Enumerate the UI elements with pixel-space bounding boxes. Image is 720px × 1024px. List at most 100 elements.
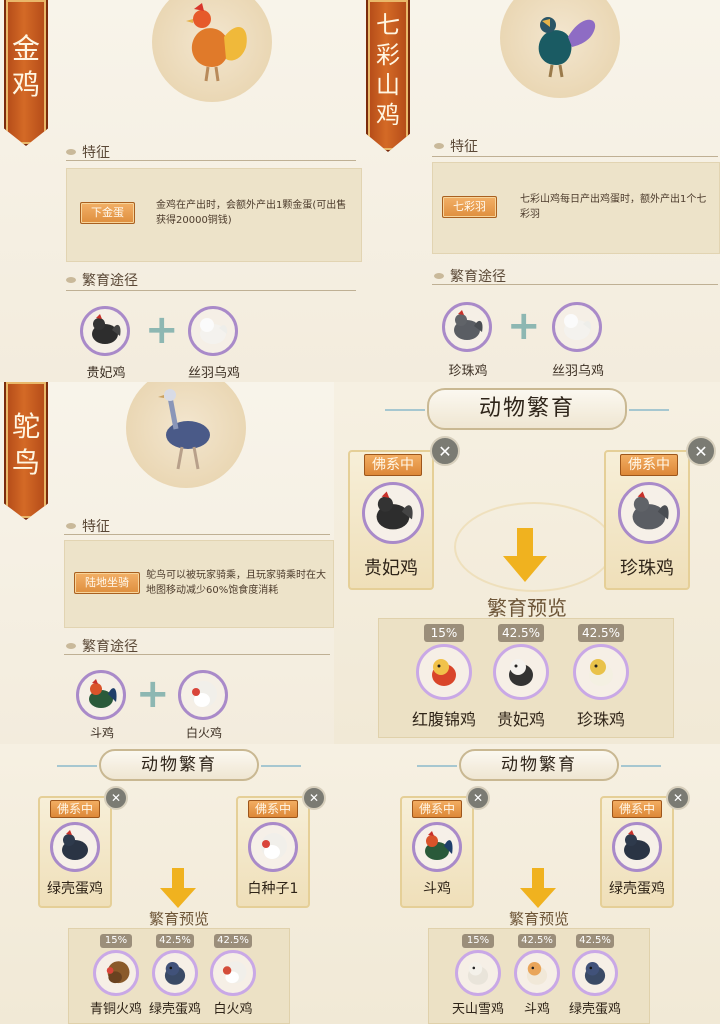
arrow-down-icon bbox=[520, 888, 556, 908]
close-icon[interactable]: ✕ bbox=[466, 786, 490, 810]
close-icon[interactable]: ✕ bbox=[430, 436, 460, 466]
preview-title: 繁育预览 bbox=[508, 910, 569, 928]
offspring-avatar[interactable] bbox=[416, 644, 472, 700]
status-badge: 佛系中 bbox=[620, 454, 678, 476]
divider bbox=[432, 284, 718, 285]
parent-avatar[interactable] bbox=[50, 822, 100, 872]
bird-icon bbox=[584, 962, 606, 985]
chicken-icon bbox=[425, 831, 453, 860]
ostrich-icon bbox=[158, 389, 210, 470]
feature-tag: 陆地坐骑 bbox=[74, 572, 140, 594]
golden-pheasant-portrait bbox=[152, 0, 272, 102]
probability-badge: 15% bbox=[100, 934, 132, 948]
rainbow-pheasant-panel: 七 彩 山 鸡 特征 七彩羽 七彩山鸡每日产出鸡蛋时，额外产出1个七彩羽 繁育途… bbox=[362, 0, 720, 382]
parent-avatar[interactable] bbox=[442, 302, 492, 352]
turkey-icon bbox=[106, 961, 130, 984]
preview-title: 繁育预览 bbox=[148, 910, 209, 928]
feature-section-title: 特征 bbox=[66, 516, 110, 536]
animal-name-banner: 金 鸡 bbox=[4, 0, 48, 146]
plus-icon: + bbox=[145, 307, 179, 353]
offspring-avatar[interactable] bbox=[493, 644, 549, 700]
chicken-icon bbox=[200, 318, 228, 344]
offspring-avatar[interactable] bbox=[514, 950, 560, 996]
chicken-icon bbox=[632, 491, 669, 530]
parent-avatar[interactable] bbox=[178, 670, 228, 720]
offspring-avatar[interactable] bbox=[455, 950, 501, 996]
chicken-icon bbox=[454, 310, 483, 340]
parent-avatar[interactable] bbox=[412, 822, 462, 872]
probability-badge: 42.5% bbox=[576, 934, 614, 948]
status-badge: 佛系中 bbox=[412, 800, 462, 818]
rainbow-pheasant-portrait bbox=[500, 0, 620, 98]
status-badge: 佛系中 bbox=[612, 800, 662, 818]
breeding-panel-3: 动物繁育 佛系中 ✕ 斗鸡 佛系中 ✕ 绿壳蛋鸡 繁育预览 15% 天山雪鸡 4… bbox=[358, 744, 720, 1024]
close-icon[interactable]: ✕ bbox=[302, 786, 326, 810]
offspring-name: 珍珠鸡 bbox=[576, 710, 625, 729]
offspring-avatar[interactable] bbox=[93, 950, 139, 996]
probability-badge: 42.5% bbox=[214, 934, 252, 948]
close-icon[interactable]: ✕ bbox=[666, 786, 690, 810]
offspring-name: 斗鸡 bbox=[523, 1002, 550, 1017]
parent-avatar[interactable] bbox=[188, 306, 238, 356]
parent-name: 贵妃鸡 bbox=[364, 558, 418, 579]
parent-avatar[interactable] bbox=[80, 306, 130, 356]
breeding-panel-1: 动物繁育 佛系中 ✕ 贵妃鸡 佛系中 ✕ 珍珠鸡 繁育预览 15% 红腹锦鸡 4… bbox=[334, 382, 720, 744]
bird-icon bbox=[164, 962, 186, 985]
offspring-name: 红腹锦鸡 bbox=[411, 710, 476, 729]
turkey-icon bbox=[222, 961, 247, 984]
breeding-title: 动物繁育 bbox=[417, 749, 661, 781]
parent-avatar[interactable] bbox=[248, 822, 298, 872]
parent-name: 绿壳蛋鸡 bbox=[609, 881, 665, 897]
bird-icon bbox=[467, 962, 489, 985]
chicken-icon bbox=[62, 830, 88, 860]
close-icon[interactable]: ✕ bbox=[104, 786, 128, 810]
feature-section-title: 特征 bbox=[434, 136, 478, 156]
breeding-panel-2: 动物繁育 佛系中 ✕ 绿壳蛋鸡 佛系中 ✕ 白种子1 繁育预览 15% 青铜火鸡… bbox=[0, 744, 358, 1024]
chicken-icon bbox=[624, 830, 650, 860]
offspring-name: 青铜火鸡 bbox=[89, 1002, 142, 1017]
parent-label: 斗鸡 bbox=[89, 726, 114, 740]
parent-avatar[interactable] bbox=[618, 482, 680, 544]
offspring-name: 贵妃鸡 bbox=[496, 710, 545, 729]
divider bbox=[64, 534, 330, 535]
close-icon[interactable]: ✕ bbox=[686, 436, 716, 466]
probability-badge: 42.5% bbox=[156, 934, 194, 948]
parent-label: 丝羽乌鸡 bbox=[551, 364, 604, 379]
divider bbox=[64, 654, 330, 655]
arrow-down-icon bbox=[160, 888, 196, 908]
plus-icon: + bbox=[507, 303, 541, 349]
parent-avatar[interactable] bbox=[76, 670, 126, 720]
ostrich-portrait bbox=[126, 382, 246, 488]
probability-badge: 15% bbox=[424, 624, 464, 642]
parent-label: 白火鸡 bbox=[185, 726, 222, 740]
status-badge: 佛系中 bbox=[364, 454, 422, 476]
parent-avatar[interactable] bbox=[612, 822, 662, 872]
parent-name: 绿壳蛋鸡 bbox=[47, 881, 103, 897]
divider bbox=[66, 290, 356, 291]
divider bbox=[66, 160, 356, 161]
turkey-icon bbox=[261, 833, 287, 859]
feature-description: 七彩山鸡每日产出鸡蛋时，额外产出1个七彩羽 bbox=[520, 194, 707, 220]
golden-pheasant-icon bbox=[186, 3, 247, 82]
offspring-avatar[interactable] bbox=[152, 950, 198, 996]
parent-name: 白种子1 bbox=[247, 881, 299, 897]
parent-avatar[interactable] bbox=[552, 302, 602, 352]
parent-avatar[interactable] bbox=[362, 482, 424, 544]
breeding-title: 动物繁育 bbox=[385, 388, 669, 430]
bird-icon bbox=[526, 962, 548, 985]
breeding-section-title: 繁育途径 bbox=[434, 266, 506, 286]
offspring-avatar[interactable] bbox=[572, 950, 618, 996]
divider bbox=[432, 156, 718, 157]
offspring-name: 天山雪鸡 bbox=[451, 1002, 504, 1017]
parent-label: 丝羽乌鸡 bbox=[187, 366, 240, 381]
feature-tag: 下金蛋 bbox=[80, 202, 135, 224]
bird-icon bbox=[509, 659, 533, 686]
chicken-icon bbox=[376, 491, 413, 530]
offspring-avatar[interactable] bbox=[210, 950, 256, 996]
golden-pheasant-panel: 金 鸡 特征 下金蛋 金鸡在产出时，会额外产出1颗金蛋(可出售获得20000铜钱… bbox=[0, 0, 362, 382]
animal-name-banner: 七 彩 山 鸡 bbox=[366, 0, 410, 152]
turkey-icon bbox=[191, 681, 217, 707]
feature-tag: 七彩羽 bbox=[442, 196, 497, 218]
offspring-name: 绿壳蛋鸡 bbox=[148, 1002, 201, 1017]
offspring-avatar[interactable] bbox=[573, 644, 629, 700]
